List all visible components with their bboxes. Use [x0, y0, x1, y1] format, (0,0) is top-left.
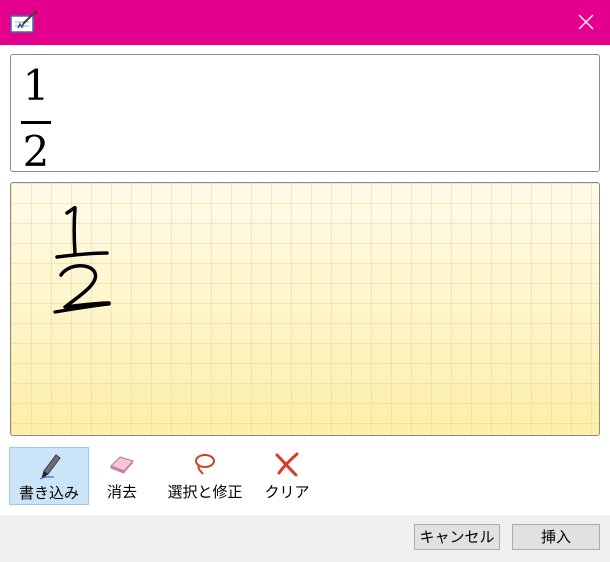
lasso-icon	[191, 451, 219, 481]
select-and-correct-tool-label: 選択と修正	[167, 483, 243, 501]
fraction-numerator: 1	[22, 61, 50, 110]
handwriting-canvas[interactable]	[10, 182, 600, 436]
fraction-bar	[21, 121, 51, 124]
insert-button[interactable]: 挿入	[512, 524, 600, 550]
close-button[interactable]	[562, 0, 610, 45]
clear-tool-button[interactable]: クリア	[262, 447, 312, 505]
pen-icon	[36, 452, 62, 484]
write-tool-label: 書き込み	[18, 484, 79, 502]
erase-tool-label: 消去	[106, 483, 137, 501]
clear-x-icon	[274, 451, 300, 481]
select-and-correct-tool-button[interactable]: 選択と修正	[160, 447, 250, 505]
erase-tool-button[interactable]: 消去	[98, 447, 146, 505]
fraction-denominator: 2	[22, 127, 50, 176]
eraser-icon	[108, 451, 136, 479]
math-input-app-icon	[10, 10, 38, 34]
title-bar	[0, 0, 610, 45]
handwritten-fraction-strokes	[53, 206, 111, 314]
close-icon	[578, 14, 594, 30]
clear-tool-label: クリア	[264, 483, 310, 501]
write-tool-button[interactable]: 書き込み	[9, 447, 89, 505]
dialog-footer: キャンセル 挿入	[0, 515, 610, 562]
math-preview-pane: 1 2	[10, 54, 600, 176]
cancel-button[interactable]: キャンセル	[414, 524, 500, 550]
